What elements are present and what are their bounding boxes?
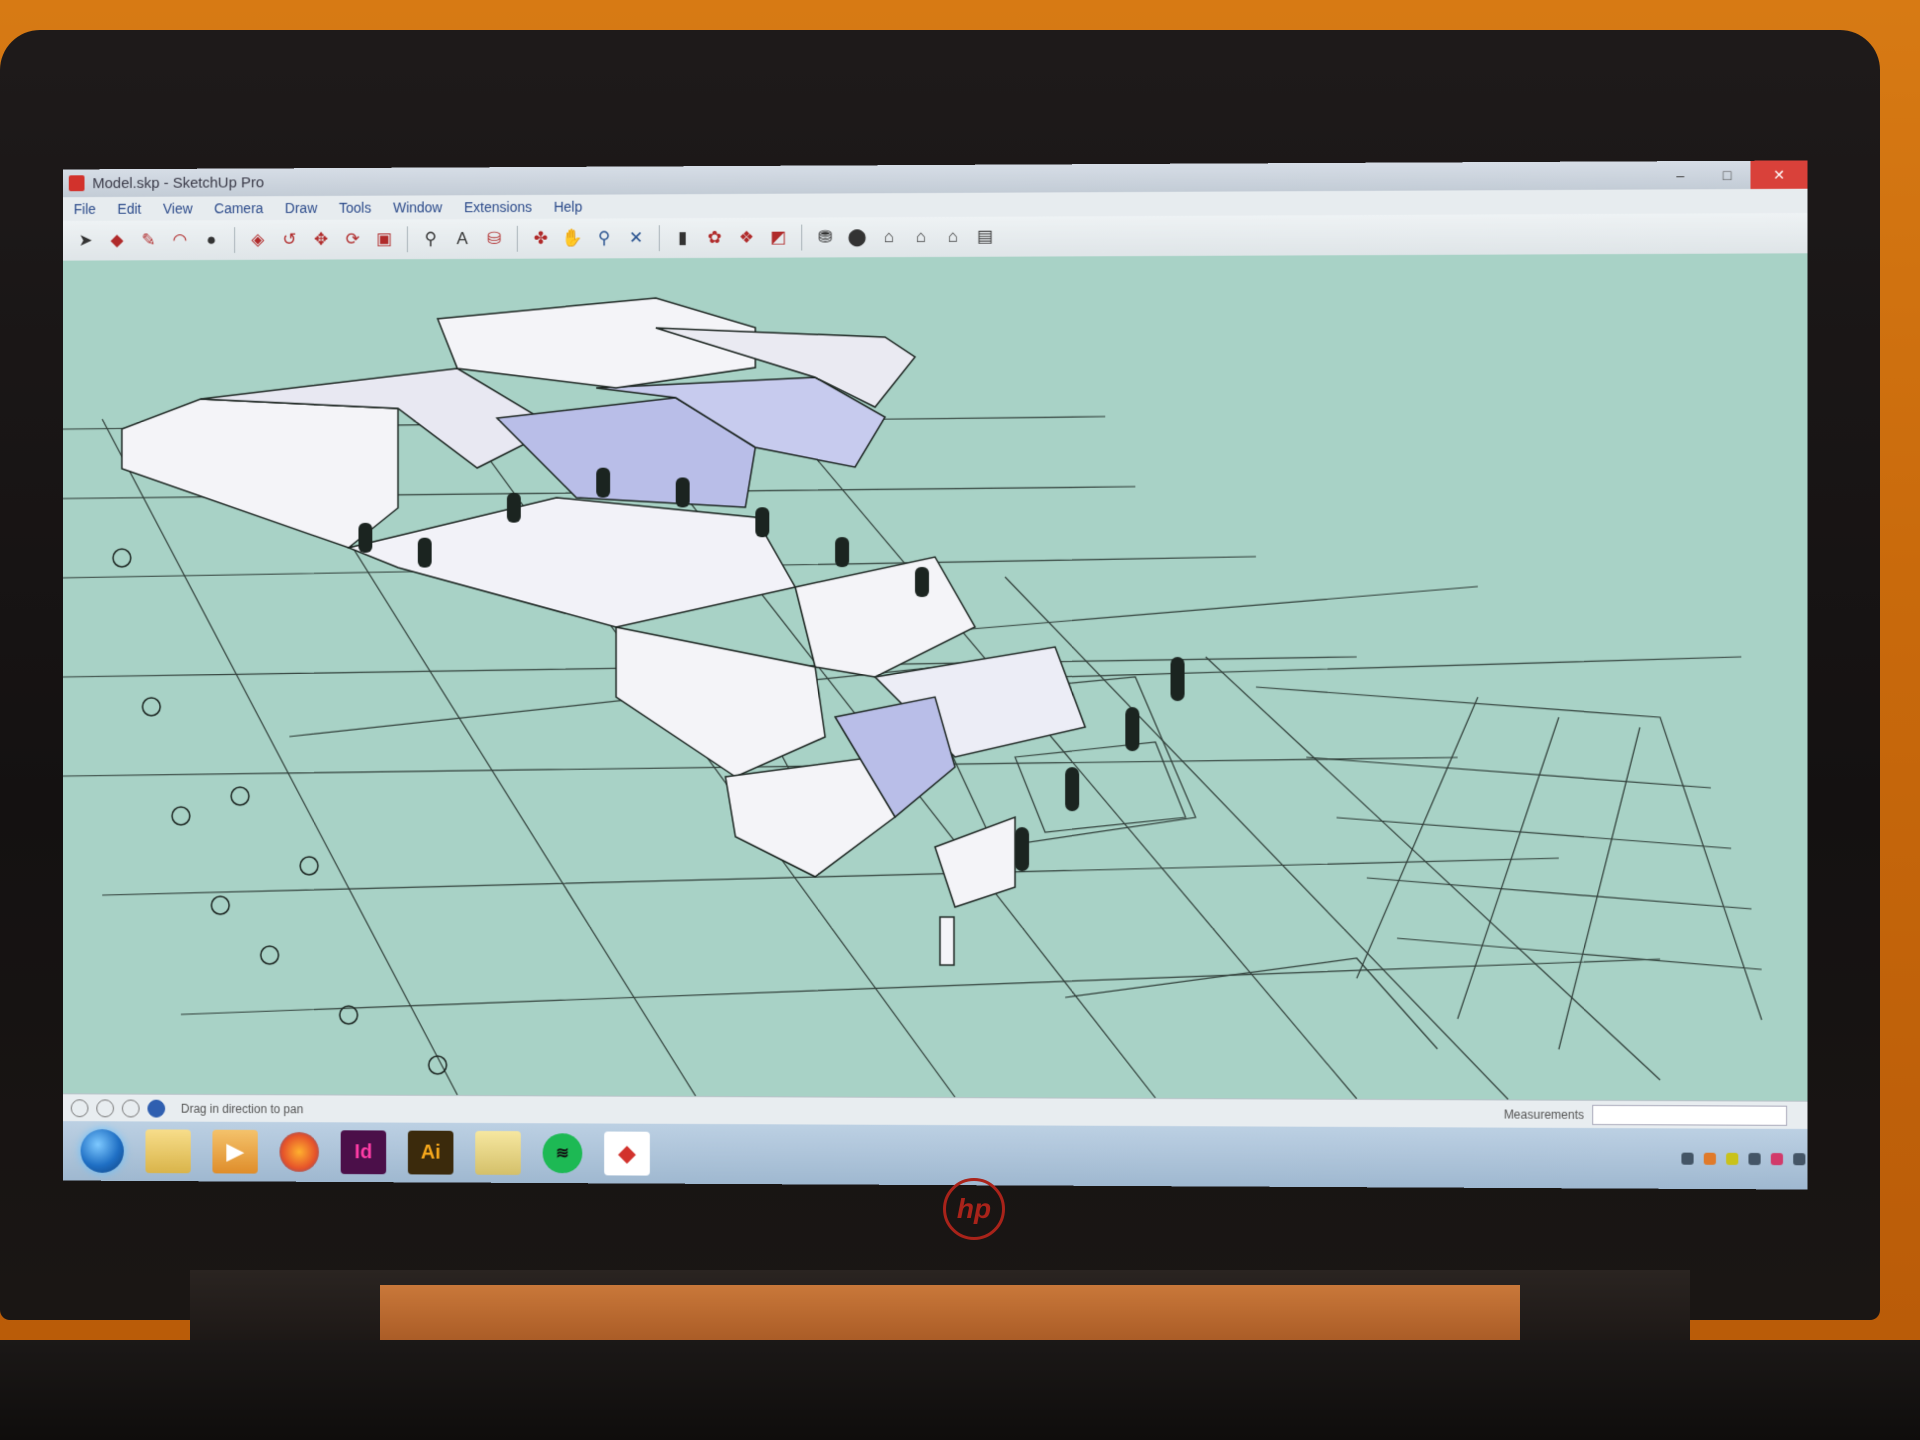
window-title: Model.skp - SketchUp Pro (92, 174, 264, 192)
move-icon[interactable]: ✥ (308, 227, 334, 253)
explorer-icon[interactable] (145, 1129, 190, 1173)
window-controls: – □ ✕ (1657, 160, 1807, 189)
entry-post (940, 917, 954, 965)
firefox-icon[interactable] (279, 1132, 318, 1172)
user-icon[interactable] (122, 1100, 140, 1118)
pan-icon[interactable]: ✋ (559, 226, 585, 252)
component-icon[interactable]: ✿ (702, 225, 728, 251)
arc-icon[interactable]: ◠ (167, 227, 193, 253)
toolbar-separator (407, 226, 408, 252)
toolbar-separator (659, 225, 660, 251)
sketchup-app-icon (69, 175, 85, 191)
orbit-icon[interactable]: ✤ (528, 226, 554, 252)
menu-edit[interactable]: Edit (107, 201, 152, 217)
menu-view[interactable]: View (152, 200, 203, 216)
tray-icon[interactable] (1748, 1153, 1760, 1165)
extension-icon[interactable]: ◩ (765, 225, 791, 251)
grid-markers (113, 549, 446, 1074)
media-player-icon[interactable]: ▶ (212, 1130, 257, 1174)
start-button[interactable] (81, 1129, 124, 1173)
zoom-icon[interactable]: ⚲ (591, 225, 617, 251)
3d-viewport[interactable] (63, 253, 1808, 1100)
pencil-icon[interactable]: ✎ (136, 227, 162, 253)
building-walls (122, 296, 1085, 907)
tray-icon[interactable] (1681, 1153, 1693, 1165)
toolbar-separator (234, 227, 235, 253)
section-icon[interactable]: ▮ (670, 225, 696, 251)
shadow-icon[interactable]: ⬤ (844, 224, 870, 250)
menu-help[interactable]: Help (543, 199, 593, 215)
info-icon[interactable] (147, 1100, 165, 1118)
measurements-label: Measurements (1504, 1107, 1584, 1121)
zoom-extents-icon[interactable]: ✕ (623, 225, 649, 251)
status-hint: Drag in direction to pan (181, 1102, 303, 1116)
toolbar-separator (801, 225, 802, 251)
menu-camera[interactable]: Camera (203, 200, 274, 216)
tray-icon[interactable] (1771, 1153, 1783, 1165)
scale-icon[interactable]: ▣ (371, 226, 397, 252)
rotate-icon[interactable]: ⟳ (340, 227, 366, 253)
hp-logo: hp (943, 1178, 1005, 1240)
paint-bucket-icon[interactable]: ⛁ (481, 226, 507, 252)
scene-icon[interactable]: ⌂ (908, 224, 934, 250)
warehouse-icon[interactable]: ❖ (733, 225, 759, 251)
geo-location-icon[interactable] (71, 1099, 89, 1117)
sketchup-taskbar-icon[interactable]: ◆ (604, 1132, 650, 1176)
tape-measure-icon[interactable]: ⚲ (418, 226, 444, 252)
menu-tools[interactable]: Tools (328, 200, 382, 216)
eraser-icon[interactable]: ◆ (104, 228, 130, 254)
outline-icon[interactable]: ⌂ (940, 224, 966, 250)
menu-draw[interactable]: Draw (274, 200, 328, 216)
laptop-base (0, 1340, 1920, 1440)
windows-taskbar: ▶ Id Ai ≋ ◆ (63, 1121, 1808, 1189)
folder-icon[interactable] (475, 1131, 521, 1175)
toolbar-separator (517, 226, 518, 252)
screen: Model.skp - SketchUp Pro – □ ✕ File Edit… (63, 160, 1808, 1189)
menu-file[interactable]: File (63, 201, 107, 217)
window-icon[interactable]: ▤ (972, 224, 998, 250)
system-tray (1681, 1153, 1805, 1166)
tray-icon[interactable] (1704, 1153, 1716, 1165)
close-button[interactable]: ✕ (1750, 160, 1807, 189)
follow-me-icon[interactable]: ↺ (277, 227, 303, 253)
spotify-icon[interactable]: ≋ (543, 1133, 583, 1173)
circle-icon[interactable]: ● (199, 227, 225, 253)
maximize-button[interactable]: □ (1704, 161, 1751, 189)
text-icon[interactable]: A (449, 226, 475, 252)
measurements-input[interactable] (1592, 1105, 1787, 1126)
select-arrow-icon[interactable]: ➤ (73, 228, 99, 254)
tray-icon[interactable] (1726, 1153, 1738, 1165)
model-drawing[interactable] (63, 253, 1808, 1100)
menu-extensions[interactable]: Extensions (453, 199, 543, 215)
hinge-highlight (380, 1285, 1520, 1345)
credits-icon[interactable] (96, 1099, 114, 1117)
minimize-button[interactable]: – (1657, 161, 1704, 189)
push-pull-icon[interactable]: ◈ (245, 227, 271, 253)
tray-icon[interactable] (1793, 1153, 1805, 1165)
layers-icon[interactable]: ⛃ (812, 224, 838, 250)
illustrator-icon[interactable]: Ai (408, 1131, 454, 1175)
menu-window[interactable]: Window (382, 199, 453, 215)
indesign-icon[interactable]: Id (341, 1130, 386, 1174)
home-icon[interactable]: ⌂ (876, 224, 902, 250)
